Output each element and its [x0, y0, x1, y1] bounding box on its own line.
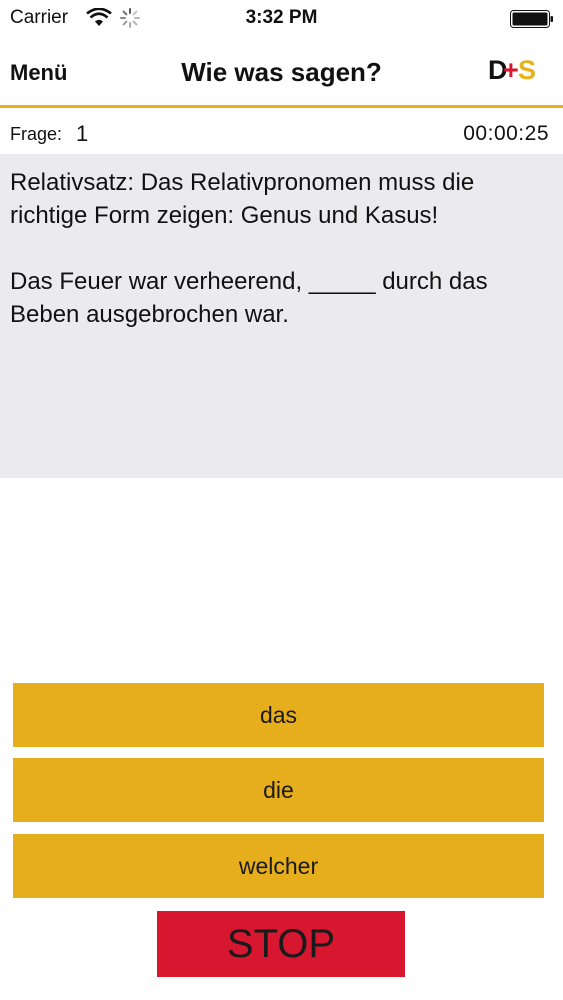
answer-button-das[interactable]: das — [13, 683, 544, 747]
answer-button-die[interactable]: die — [13, 758, 544, 822]
question-label: Frage: — [10, 124, 63, 144]
question-text: Relativsatz: Das Relativpronomen muss di… — [10, 169, 488, 328]
status-bar: Carrier 3:32 PM — [0, 0, 563, 38]
answer-button-welcher[interactable]: welcher — [13, 834, 544, 898]
battery-icon — [510, 10, 553, 28]
question-area: Relativsatz: Das Relativpronomen muss di… — [0, 154, 563, 478]
stop-button[interactable]: STOP — [157, 911, 405, 977]
svg-text:S: S — [518, 55, 536, 85]
status-time: 3:32 PM — [245, 7, 318, 28]
svg-text:+: + — [503, 55, 519, 85]
timer: 00:00:25 — [463, 122, 549, 145]
question-number: 1 — [76, 121, 89, 146]
ds-logo: D + S — [488, 55, 536, 85]
question-header: Frage: 1 00:00:25 — [0, 108, 563, 154]
navigation-bar: Menü Wie was sagen? D + S — [0, 38, 563, 108]
page-title: Wie was sagen? — [181, 57, 382, 87]
